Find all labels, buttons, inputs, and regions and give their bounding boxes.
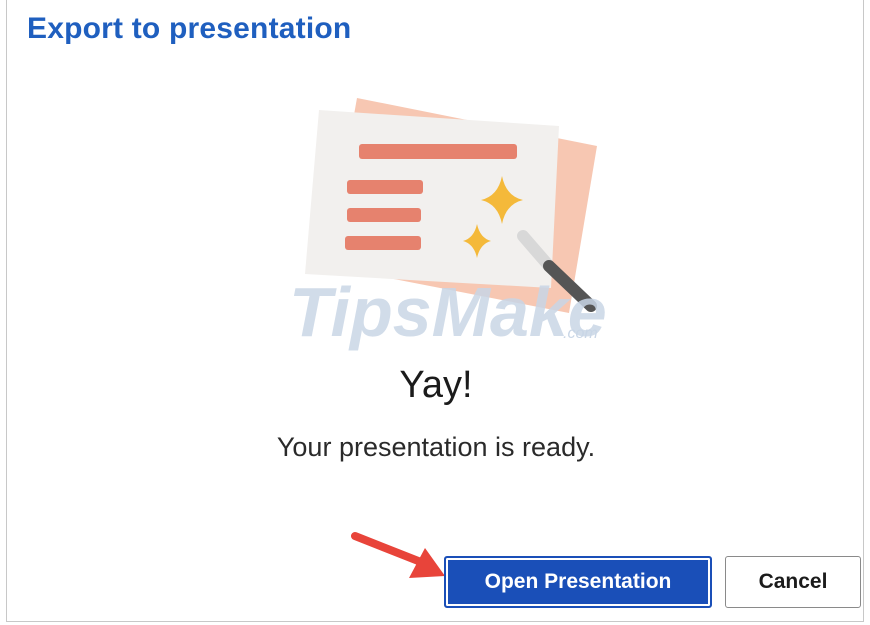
dialog-title: Export to presentation xyxy=(27,12,352,45)
open-presentation-button[interactable]: Open Presentation xyxy=(444,556,712,608)
success-message: Your presentation is ready. xyxy=(276,432,596,462)
export-dialog: Export to presentation TipsMake .com Yay… xyxy=(6,0,864,622)
success-heading: Yay! xyxy=(399,364,473,406)
open-presentation-label: Open Presentation xyxy=(484,570,672,593)
front-slide xyxy=(305,110,559,288)
watermark-text: TipsMake xyxy=(289,273,607,351)
cancel-button[interactable]: Cancel xyxy=(725,556,861,608)
slide-line-3 xyxy=(345,236,421,250)
cancel-label: Cancel xyxy=(758,570,828,593)
red-arrow-icon xyxy=(351,532,445,578)
watermark: TipsMake .com xyxy=(289,273,607,351)
slide-line-1 xyxy=(347,180,423,194)
slide-line-2 xyxy=(347,208,421,222)
slide-title-line xyxy=(359,144,517,159)
watermark-suffix: .com xyxy=(563,325,598,342)
